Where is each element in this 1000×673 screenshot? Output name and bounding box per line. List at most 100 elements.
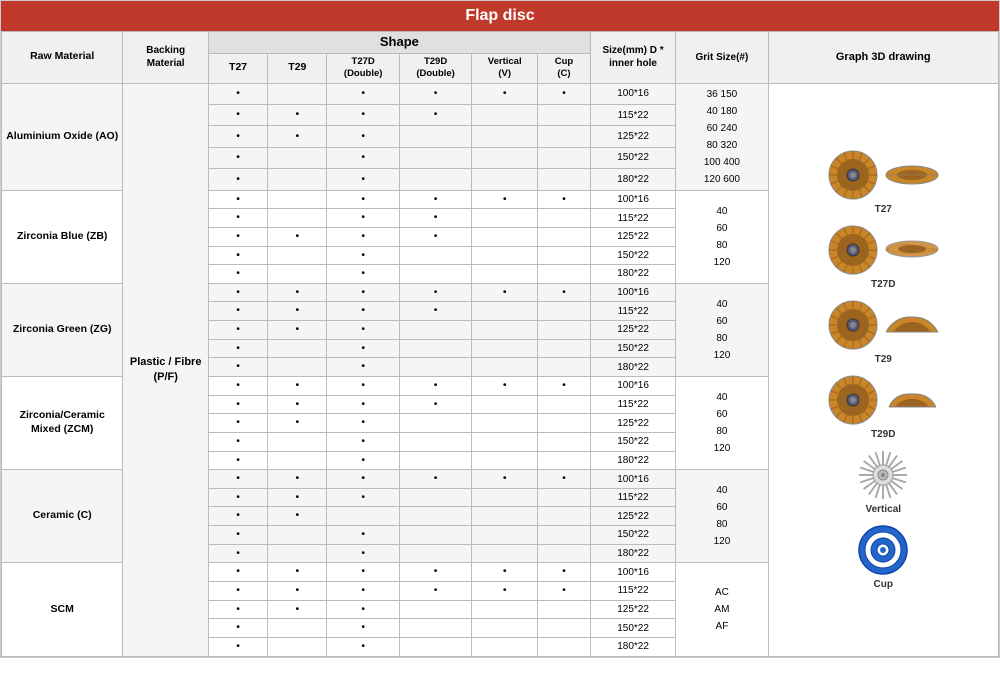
col-t29d — [399, 265, 471, 284]
col-t29d — [399, 169, 471, 190]
col-size: 150*22 — [590, 147, 676, 168]
col-t29 — [268, 190, 327, 209]
col-vertical: • — [472, 376, 538, 395]
col-t27d: • — [327, 339, 399, 358]
raw-material-cell: Ceramic (C) — [2, 470, 123, 563]
col-t29 — [268, 169, 327, 190]
col-cup: • — [538, 376, 591, 395]
col-t27d: • — [327, 563, 399, 582]
col-t27: • — [208, 190, 267, 209]
col-t29d: • — [399, 227, 471, 246]
col-cup — [538, 358, 591, 377]
col-size: 125*22 — [590, 414, 676, 433]
col-size: 115*22 — [590, 209, 676, 228]
col-t27d: • — [327, 302, 399, 321]
col-vertical — [472, 358, 538, 377]
col-t27: • — [208, 470, 267, 489]
col-t27d: • — [327, 321, 399, 340]
col-t27d: • — [327, 190, 399, 209]
col-t29d — [399, 451, 471, 470]
col-t27d: • — [327, 283, 399, 302]
col-cup — [538, 414, 591, 433]
col-t29d: • — [399, 302, 471, 321]
col-t29d — [399, 637, 471, 656]
header-vertical: Vertical(V) — [472, 53, 538, 83]
col-size: 150*22 — [590, 246, 676, 265]
col-t29d — [399, 321, 471, 340]
col-size: 125*22 — [590, 227, 676, 246]
col-t27d: • — [327, 83, 399, 104]
col-cup — [538, 169, 591, 190]
grit-size-cell: ACAMAF — [676, 563, 768, 656]
col-size: 180*22 — [590, 358, 676, 377]
col-vertical: • — [472, 283, 538, 302]
col-vertical — [472, 544, 538, 563]
col-cup: • — [538, 190, 591, 209]
header-t27d: T27D(Double) — [327, 53, 399, 83]
header-backing-material: Backing Material — [123, 32, 209, 84]
col-vertical — [472, 600, 538, 619]
col-t27d: • — [327, 544, 399, 563]
col-size: 125*22 — [590, 126, 676, 147]
col-vertical: • — [472, 83, 538, 104]
col-t29 — [268, 451, 327, 470]
col-cup: • — [538, 470, 591, 489]
col-t29d: • — [399, 376, 471, 395]
col-size: 180*22 — [590, 451, 676, 470]
col-t29 — [268, 339, 327, 358]
col-cup — [538, 637, 591, 656]
col-t29: • — [268, 488, 327, 507]
col-t29: • — [268, 376, 327, 395]
col-t29d: • — [399, 190, 471, 209]
col-cup: • — [538, 83, 591, 104]
col-cup — [538, 147, 591, 168]
header-raw-material: Raw Material — [2, 32, 123, 84]
col-vertical: • — [472, 190, 538, 209]
col-size: 125*22 — [590, 321, 676, 340]
col-t27: • — [208, 451, 267, 470]
col-t27: • — [208, 358, 267, 377]
col-t27d: • — [327, 209, 399, 228]
col-t27d: • — [327, 526, 399, 545]
col-cup — [538, 246, 591, 265]
col-cup — [538, 227, 591, 246]
col-t27d: • — [327, 488, 399, 507]
col-t27: • — [208, 283, 267, 302]
col-vertical — [472, 147, 538, 168]
col-t27: • — [208, 169, 267, 190]
col-t27: • — [208, 209, 267, 228]
header-t29: T29 — [268, 53, 327, 83]
col-size: 115*22 — [590, 582, 676, 601]
header-grit-size: Grit Size(#) — [676, 32, 768, 84]
col-size: 115*22 — [590, 395, 676, 414]
col-t29: • — [268, 126, 327, 147]
col-t29d — [399, 600, 471, 619]
col-t29: • — [268, 563, 327, 582]
col-size: 180*22 — [590, 265, 676, 284]
col-vertical — [472, 488, 538, 507]
col-t29d — [399, 358, 471, 377]
col-size: 125*22 — [590, 600, 676, 619]
raw-material-cell: Zirconia Blue (ZB) — [2, 190, 123, 283]
col-t29 — [268, 147, 327, 168]
raw-material-cell: Zirconia/Ceramic Mixed (ZCM) — [2, 376, 123, 469]
graph-cell: T27 T27D — [768, 83, 999, 656]
col-size: 100*16 — [590, 83, 676, 104]
col-t29 — [268, 432, 327, 451]
col-cup — [538, 302, 591, 321]
col-t27: • — [208, 582, 267, 601]
col-size: 115*22 — [590, 104, 676, 125]
col-cup — [538, 507, 591, 526]
col-t27: • — [208, 619, 267, 638]
col-t27d: • — [327, 600, 399, 619]
col-t27: • — [208, 126, 267, 147]
col-cup — [538, 619, 591, 638]
col-size: 100*16 — [590, 470, 676, 489]
col-t29 — [268, 246, 327, 265]
col-vertical — [472, 395, 538, 414]
col-t27d: • — [327, 470, 399, 489]
col-t27: • — [208, 246, 267, 265]
col-size: 180*22 — [590, 169, 676, 190]
col-size: 150*22 — [590, 432, 676, 451]
col-t29 — [268, 83, 327, 104]
